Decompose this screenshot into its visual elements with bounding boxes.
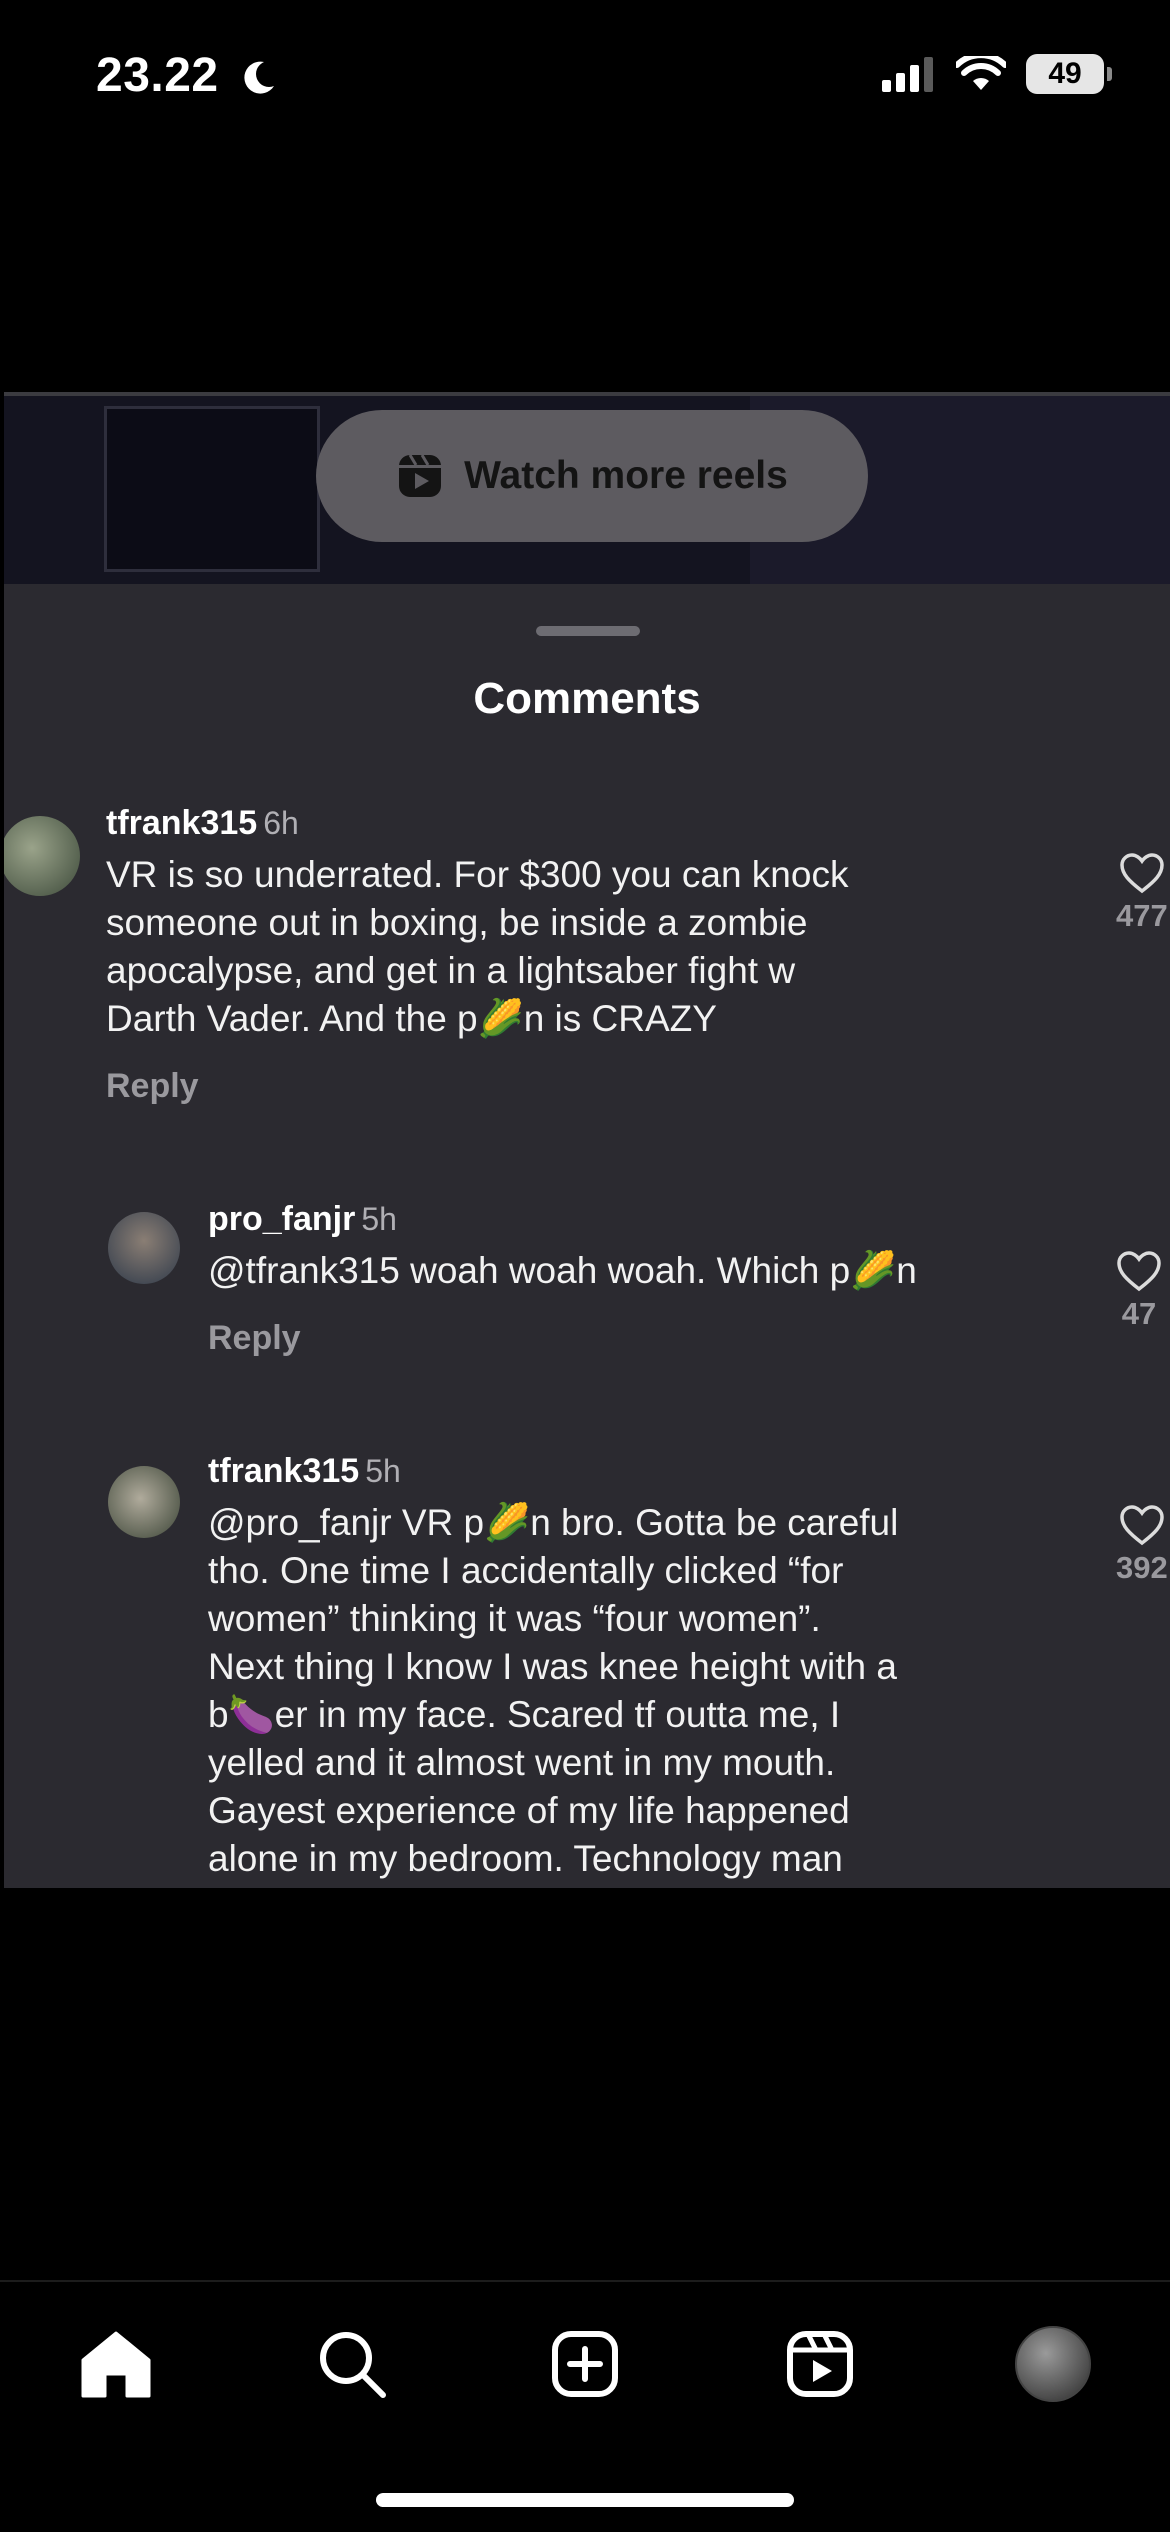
sheet-handle[interactable] [536, 626, 640, 636]
status-time: 23.22 [96, 48, 278, 103]
comment-username[interactable]: tfrank315 [208, 1452, 359, 1490]
avatar[interactable] [108, 1212, 180, 1284]
nav-search[interactable] [312, 2324, 392, 2404]
comment-time: 5h [361, 1201, 397, 1237]
search-icon[interactable] [317, 2329, 387, 2399]
sheet-title: Comments [473, 674, 701, 723]
like-control[interactable]: 47 [1116, 1250, 1162, 1332]
comment-time: 5h [365, 1453, 401, 1489]
battery-indicator: 49 [1026, 54, 1112, 94]
heart-icon[interactable] [1119, 852, 1165, 894]
comment-item: tfrank315 6h VR is so underrated. For $30… [106, 804, 1086, 1106]
reels-icon [399, 454, 442, 497]
moon-icon [244, 61, 275, 94]
comment-username[interactable]: tfrank315 [106, 804, 257, 842]
reels-icon[interactable] [786, 2330, 854, 2398]
clock-text: 23.22 [96, 49, 219, 102]
like-count: 392 [1116, 1550, 1168, 1585]
signal-icon [882, 57, 933, 92]
avatar[interactable] [4, 816, 80, 896]
comment-text: VR is so underrated. For $300 you can kn… [106, 854, 849, 1039]
status-indicators: 49 [882, 54, 1112, 94]
nav-home[interactable] [76, 2324, 156, 2404]
like-count: 477 [1116, 898, 1168, 933]
comment-text: @pro_fanjr VR p🌽n bro. Gotta be careful … [208, 1502, 899, 1879]
reel-video-area[interactable]: Watch more reels [4, 396, 1170, 584]
comment-time: 6h [263, 805, 299, 841]
reply-button[interactable]: Reply [208, 1319, 1088, 1358]
watch-more-label: Watch more reels [464, 454, 788, 497]
battery-level: 49 [1048, 57, 1082, 90]
wifi-icon [956, 56, 1006, 90]
nav-create[interactable] [545, 2324, 625, 2404]
like-control[interactable]: 477 [1116, 852, 1168, 934]
comment-username[interactable]: pro_fanjr [208, 1200, 355, 1238]
heart-icon[interactable] [1119, 1504, 1165, 1546]
reply-button[interactable]: Reply [106, 1067, 1086, 1106]
embedded-screenshot: Watch more reels Comments tfrank315 6h VR… [4, 392, 1170, 1888]
nav-reels[interactable] [780, 2324, 860, 2404]
home-icon[interactable] [80, 2330, 152, 2398]
profile-avatar[interactable] [1015, 2326, 1091, 2402]
comment-item: tfrank315 5h @pro_fanjr VR p🌽n bro. Gotta… [208, 1452, 1108, 1883]
comment-item: pro_fanjr 5h @tfrank315 woah woah woah. W… [208, 1200, 1088, 1358]
like-count: 47 [1121, 1296, 1157, 1331]
like-control[interactable]: 392 [1116, 1504, 1168, 1586]
watch-more-reels-button[interactable]: Watch more reels [316, 410, 868, 542]
bottom-nav [0, 2280, 1170, 2432]
avatar[interactable] [108, 1466, 180, 1538]
comment-text: @tfrank315 woah woah woah. Which p🌽n [208, 1250, 917, 1291]
create-icon[interactable] [551, 2330, 619, 2398]
video-frame [104, 406, 320, 572]
heart-icon[interactable] [1116, 1250, 1162, 1292]
home-indicator[interactable] [376, 2493, 794, 2507]
nav-profile[interactable] [1013, 2324, 1093, 2404]
